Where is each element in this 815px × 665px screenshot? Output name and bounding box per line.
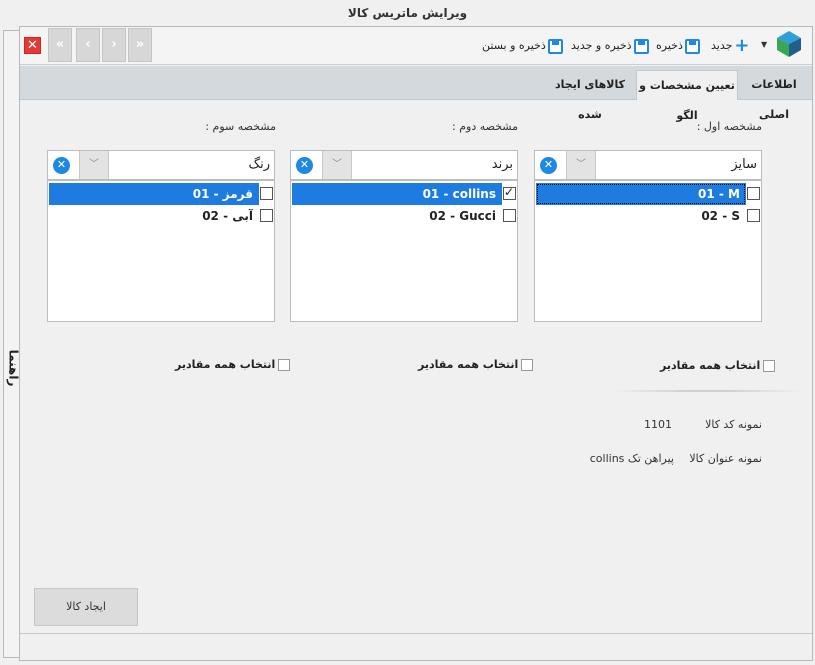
window-title: ویرایش ماتریس کالا [0,0,815,26]
first-record-button[interactable]: « [48,28,72,62]
list-item[interactable]: 01 - M [536,183,746,205]
menu-dropdown-icon[interactable]: ▼ [761,40,767,49]
sample-code-label: نمونه کد کالا [705,418,762,431]
tab-created-items[interactable]: کالاهای ایجاد شده [545,70,635,121]
list-item[interactable]: 02 - آبی [49,205,259,227]
sample-title-value: پیراهن تک collins [589,452,674,465]
spec3-combo[interactable]: ✕ ﹀ رنگ [47,150,275,180]
spec2-item2-checkbox[interactable] [503,209,516,222]
spec1-value[interactable]: سایز [731,151,757,179]
new-button[interactable]: + جدید [711,34,750,56]
spec2-select-all[interactable]: انتخاب همه مقادیر [418,356,534,374]
save-close-icon [547,38,563,54]
new-label: جدید [711,39,733,52]
spec1-combo[interactable]: ✕ ﹀ سایز [534,150,762,180]
spec2-item1-checkbox[interactable] [503,185,516,200]
save-label: ذخیره [656,39,683,52]
spec2-clear-icon[interactable]: ✕ [296,157,313,174]
spec1-dropdown-icon[interactable]: ﹀ [566,151,596,179]
last-record-button[interactable]: » [128,28,152,62]
list-item[interactable]: 02 - S [536,205,746,227]
spec1-label: مشخصه اول : [696,120,762,133]
spec2-label: مشخصه دوم : [452,120,518,133]
spec3-select-all-label: انتخاب همه مقادیر [175,358,276,371]
spec3-item1-checkbox[interactable] [260,187,273,200]
divider [612,390,802,392]
next-record-button[interactable]: › [102,28,126,62]
spec1-item2-checkbox[interactable] [747,209,760,222]
save-button[interactable]: ذخیره [656,37,700,55]
plus-icon: + [734,34,750,56]
spec3-select-all[interactable]: انتخاب همه مقادیر [175,356,291,374]
spec2-dropdown-icon[interactable]: ﹀ [322,151,352,179]
sample-title-label: نمونه عنوان کالا [689,452,762,465]
spec2-combo[interactable]: ✕ ﹀ برند [290,150,518,180]
sample-code-value: 1101 [644,418,672,431]
spec1-list[interactable]: 01 - M 02 - S [534,180,762,322]
spec1-item1-checkbox[interactable] [747,187,760,200]
prev-record-button[interactable]: ‹ [76,28,100,62]
create-items-button[interactable]: ایجاد کالا [34,588,138,626]
save-new-label: ذخیره و جدید [571,39,632,52]
app-logo [777,31,801,57]
save-new-icon [633,38,649,54]
save-close-label: ذخیره و بستن [482,39,546,52]
spec3-dropdown-icon[interactable]: ﹀ [79,151,109,179]
spec1-select-all[interactable]: انتخاب همه مقادیر [660,357,776,375]
spec1-select-all-checkbox[interactable] [763,360,776,372]
save-icon [684,38,700,54]
spec2-list[interactable]: 01 - collins 02 - Gucci [290,180,518,322]
spec3-clear-icon[interactable]: ✕ [53,157,70,174]
footer-divider [20,633,812,634]
list-item[interactable]: 02 - Gucci [292,205,502,227]
save-close-button[interactable]: ذخیره و بستن [482,37,563,55]
help-side-tab[interactable]: راهنما [3,30,20,658]
tab-main-info[interactable]: اطلاعات اصلی [739,70,809,121]
spec3-list[interactable]: 01 - قرمز 02 - آبی [47,180,275,322]
save-new-button[interactable]: ذخیره و جدید [571,37,649,55]
close-button[interactable]: ✕ [24,37,41,54]
spec2-value[interactable]: برند [492,151,513,179]
list-item[interactable]: 01 - قرمز [49,183,259,205]
spec2-select-all-checkbox[interactable] [521,359,534,371]
list-item[interactable]: 01 - collins [292,183,502,205]
spec2-select-all-label: انتخاب همه مقادیر [418,358,519,371]
spec3-item2-checkbox[interactable] [260,209,273,222]
spec1-select-all-label: انتخاب همه مقادیر [660,359,761,372]
spec3-label: مشخصه سوم : [205,120,276,133]
tab-specs-pattern[interactable]: تعیین مشخصات و الگو [636,70,738,122]
spec3-select-all-checkbox[interactable] [278,359,291,371]
spec1-clear-icon[interactable]: ✕ [540,157,557,174]
spec3-value[interactable]: رنگ [248,151,270,179]
